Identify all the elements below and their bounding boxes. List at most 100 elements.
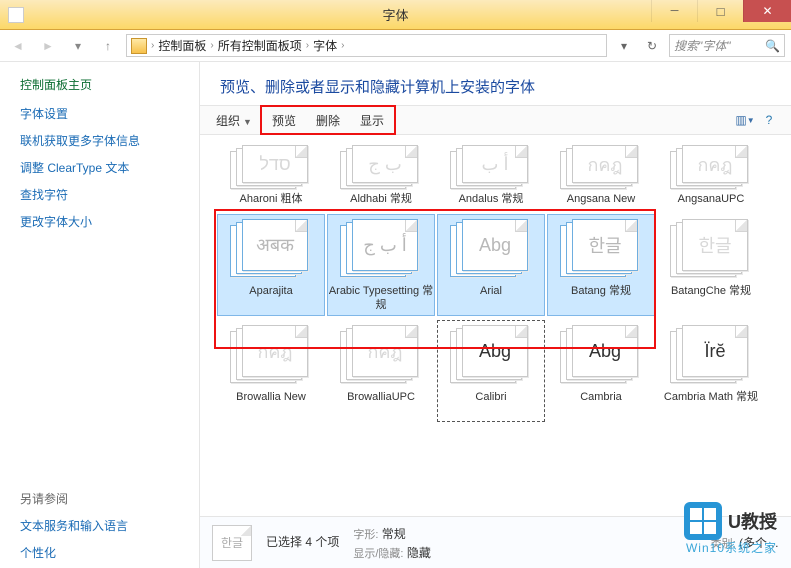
font-sample: 한글 (698, 232, 731, 258)
details-thumbnail: 한글 (212, 525, 252, 561)
recent-dropdown[interactable]: ▾ (66, 34, 90, 58)
font-sample: กคฎ (367, 337, 402, 366)
breadcrumb-sep-icon: › (210, 40, 213, 51)
font-label: Aparajita (249, 285, 292, 313)
showhide-label: 显示/隐藏: (353, 548, 403, 560)
font-sample: Abg (479, 341, 511, 362)
sidebar-heading[interactable]: 控制面板主页 (20, 76, 179, 93)
view-options-icon[interactable]: ▥▼ (735, 110, 755, 130)
font-item[interactable]: 한글 BatangChe 常规 (658, 215, 764, 315)
maximize-button[interactable] (697, 0, 743, 22)
font-thumbnail: กคฎ (340, 325, 422, 387)
font-item[interactable]: Abg Cambria (548, 321, 654, 421)
font-sample: סדל (259, 154, 290, 175)
forward-button[interactable]: ► (36, 34, 60, 58)
search-placeholder: 搜索"字体" (674, 37, 731, 54)
font-label: AngsanaUPC (678, 193, 745, 207)
font-thumbnail: กคฎ (560, 145, 642, 189)
font-thumbnail: أ ب ج (340, 219, 422, 281)
font-sample: Abg (589, 341, 621, 362)
font-sample: Abg (479, 235, 511, 256)
sidebar-link-find-char[interactable]: 查找字符 (20, 186, 179, 203)
sidebar-link-more-fonts[interactable]: 联机获取更多字体信息 (20, 132, 179, 149)
font-label: Andalus 常规 (459, 193, 524, 207)
font-sample: ب ج (368, 154, 402, 175)
font-label: Arabic Typesetting 常规 (328, 285, 434, 313)
organize-button[interactable]: 组织▼ (208, 110, 260, 131)
showhide-value: 隐藏 (407, 546, 431, 560)
font-thumbnail: अबक (230, 219, 312, 281)
minimize-button[interactable] (651, 0, 697, 22)
font-label: Arial (480, 285, 502, 313)
watermark: U教授 (684, 502, 777, 540)
close-button[interactable] (743, 0, 791, 22)
font-item[interactable]: अबक Aparajita (218, 215, 324, 315)
window-titlebar: 字体 (0, 0, 791, 30)
breadcrumb-l3[interactable]: 字体 (313, 37, 337, 54)
font-label: BrowalliaUPC (347, 391, 415, 419)
sidebar-link-personalize[interactable]: 个性化 (20, 544, 179, 561)
font-sample: अबक (256, 233, 294, 257)
font-label: BatangChe 常规 (671, 285, 751, 313)
toolbar: 组织▼ 预览 删除 显示 ▥▼ ? (200, 105, 791, 135)
font-item[interactable]: Abg Arial (438, 215, 544, 315)
selection-text: 已选择 4 个项 (266, 533, 339, 550)
preview-button[interactable]: 预览 (264, 110, 304, 131)
delete-button[interactable]: 删除 (308, 110, 348, 131)
address-bar[interactable]: › 控制面板 › 所有控制面板项 › 字体 › (126, 34, 607, 57)
style-value: 常规 (382, 527, 406, 541)
font-label: Browallia New (236, 391, 306, 419)
breadcrumb-sep-icon: › (341, 40, 344, 51)
font-thumbnail: ب ج (340, 145, 422, 189)
font-thumbnail: Abg (450, 219, 532, 281)
font-thumbnail: กคฎ (670, 145, 752, 189)
help-icon[interactable]: ? (759, 110, 779, 130)
sidebar-link-font-settings[interactable]: 字体设置 (20, 105, 179, 122)
font-item[interactable]: กคฎ BrowalliaUPC (328, 321, 434, 421)
font-item[interactable]: Abg Calibri (438, 321, 544, 421)
search-icon: 🔍 (765, 39, 780, 53)
font-thumbnail: 한글 (670, 219, 752, 281)
font-label: Aharoni 粗体 (240, 193, 303, 207)
font-grid: סדל Aharoni 粗体 ب جAldhabi 常规 أ ب Andalus 常规 ก… (200, 135, 791, 516)
breadcrumb-l2[interactable]: 所有控制面板项 (218, 37, 302, 54)
breadcrumb-l1[interactable]: 控制面板 (158, 37, 206, 54)
font-label: Calibri (475, 391, 506, 419)
font-sample: Ïrĕ (704, 341, 725, 362)
address-dropdown[interactable]: ▾ (613, 34, 635, 57)
font-item[interactable]: กคฎ Browallia New (218, 321, 324, 421)
refresh-button[interactable]: ↻ (641, 34, 663, 57)
font-thumbnail: Ïrĕ (670, 325, 752, 387)
font-sample: กคฎ (697, 150, 732, 179)
window-icon (8, 7, 24, 23)
font-item[interactable]: ÏrĕCambria Math 常规 (658, 321, 764, 421)
font-item[interactable]: ب جAldhabi 常规 (328, 141, 434, 209)
sidebar-link-font-size[interactable]: 更改字体大小 (20, 213, 179, 230)
folder-icon (131, 38, 147, 54)
font-thumbnail: סדל (230, 145, 312, 189)
font-sample: أ ب (482, 154, 509, 175)
font-sample: أ ب ج (363, 235, 407, 256)
font-thumbnail: 한글 (560, 219, 642, 281)
sidebar-link-cleartype[interactable]: 调整 ClearType 文本 (20, 159, 179, 176)
font-label: Angsana New (567, 193, 636, 207)
sidebar: 控制面板主页 字体设置 联机获取更多字体信息 调整 ClearType 文本 查… (0, 62, 200, 568)
window-title: 字体 (382, 5, 408, 24)
font-item[interactable]: أ ب ج Arabic Typesetting 常规 (328, 215, 434, 315)
font-item[interactable]: กคฎ Angsana New (548, 141, 654, 209)
font-item[interactable]: أ ب Andalus 常规 (438, 141, 544, 209)
font-thumbnail: กคฎ (230, 325, 312, 387)
back-button[interactable]: ◄ (6, 34, 30, 58)
font-item[interactable]: סדל Aharoni 粗体 (218, 141, 324, 209)
search-input[interactable]: 搜索"字体" 🔍 (669, 34, 785, 57)
up-button[interactable]: ↑ (96, 34, 120, 58)
font-thumbnail: أ ب (450, 145, 532, 189)
font-label: Cambria (580, 391, 622, 419)
font-item[interactable]: กคฎ AngsanaUPC (658, 141, 764, 209)
sidebar-link-text-services[interactable]: 文本服务和输入语言 (20, 517, 179, 534)
font-item[interactable]: 한글Batang 常规 (548, 215, 654, 315)
sidebar-seealso-heading: 另请参阅 (20, 490, 179, 507)
show-button[interactable]: 显示 (352, 110, 392, 131)
content-pane: 预览、删除或者显示和隐藏计算机上安装的字体 组织▼ 预览 删除 显示 ▥▼ ? … (200, 62, 791, 568)
navigation-bar: ◄ ► ▾ ↑ › 控制面板 › 所有控制面板项 › 字体 › ▾ ↻ 搜索"字… (0, 30, 791, 62)
